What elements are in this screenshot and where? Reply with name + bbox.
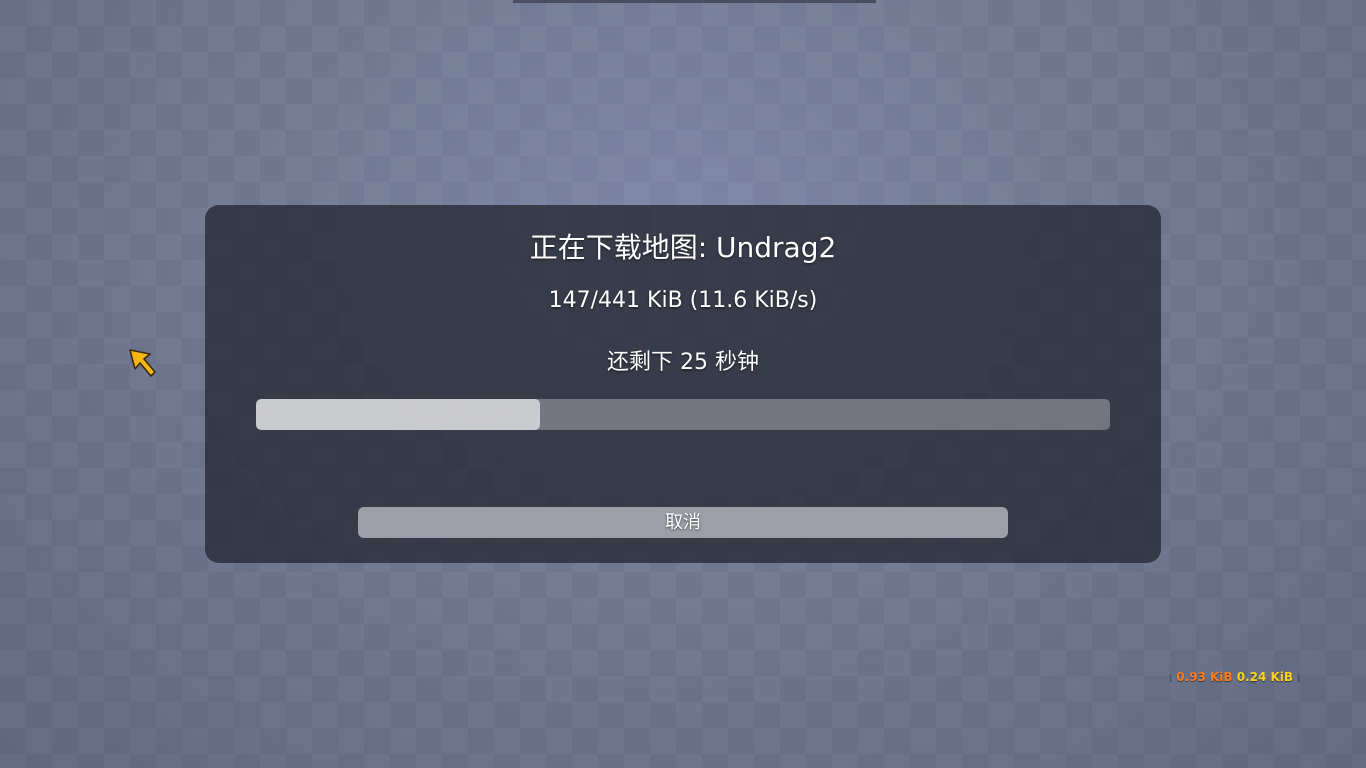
download-title: 正在下载地图: Undrag2 xyxy=(529,231,837,264)
grip-dots-icon[interactable]: ⁞ xyxy=(1297,673,1300,684)
sent-rate: 0.24 KiB xyxy=(1236,670,1294,684)
download-size-info: 147/441 KiB (11.6 KiB/s) xyxy=(548,288,818,313)
progress-bar xyxy=(256,399,1110,430)
network-stats: ⁞ 0.93 KiB 0.24 KiB ⁞ xyxy=(1165,669,1304,685)
progress-bar-fill xyxy=(256,399,541,430)
received-rate: 0.93 KiB xyxy=(1176,670,1233,684)
arrow-cursor-icon xyxy=(129,349,156,377)
top-edge-bar xyxy=(513,0,876,3)
grip-dots-icon[interactable]: ⁞ xyxy=(1169,673,1172,684)
time-remaining: 还剩下 25 秒钟 xyxy=(607,350,759,375)
cancel-button[interactable]: 取消 xyxy=(358,507,1008,538)
